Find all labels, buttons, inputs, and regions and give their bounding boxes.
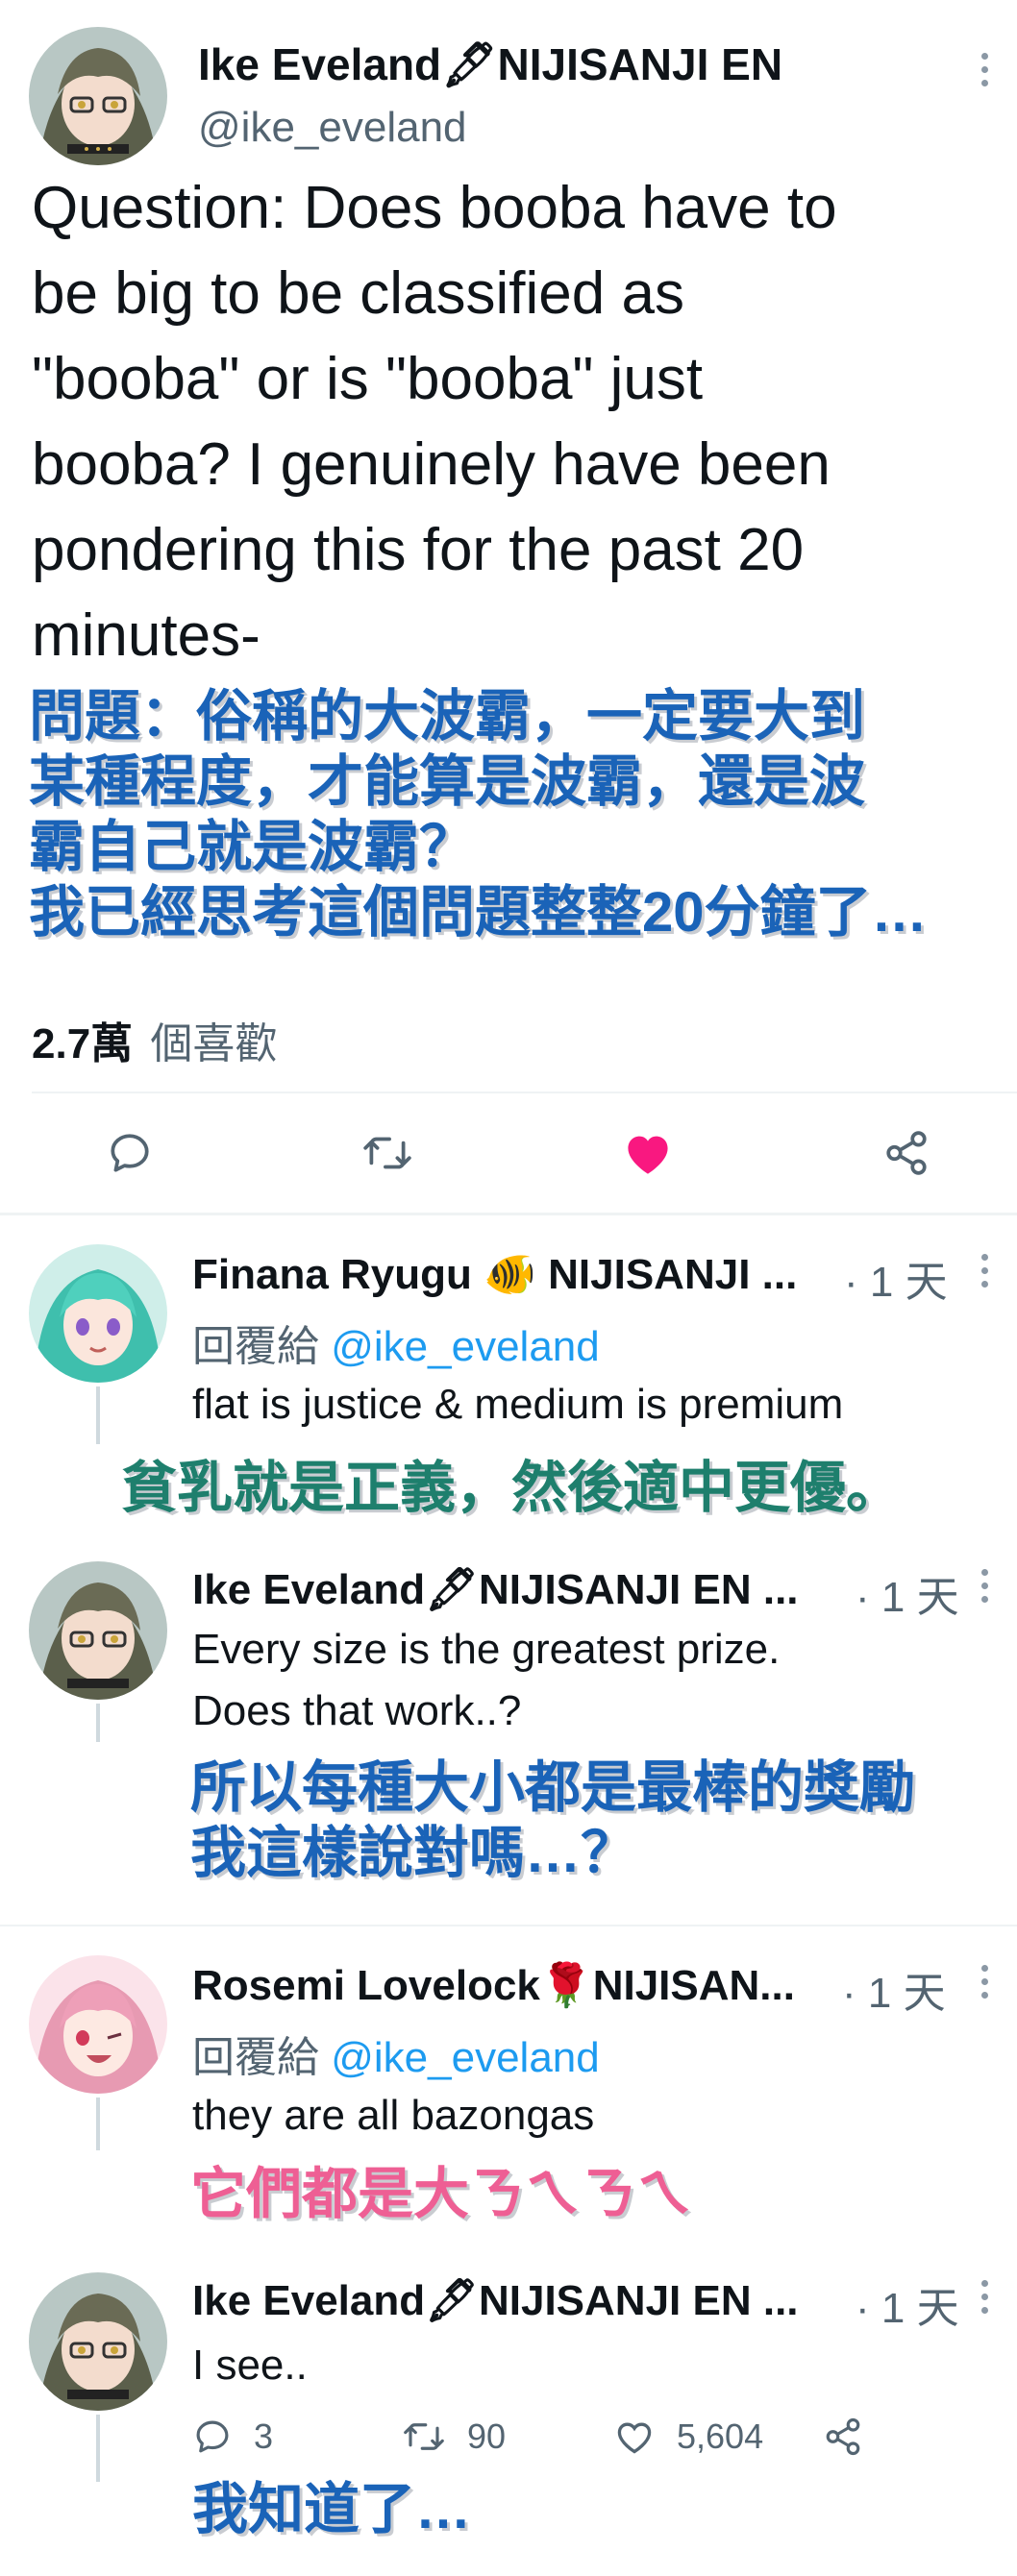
reply-text: Every size is the greatest prize. Does t…: [192, 1619, 780, 1742]
divider: [32, 1092, 1017, 1093]
more-icon[interactable]: [981, 2280, 991, 2314]
translation-line: 我已經思考這個問題整整20分鐘了…: [29, 880, 928, 944]
reply-count: 3: [254, 2417, 274, 2456]
like-count: 5,604: [677, 2417, 764, 2456]
more-icon[interactable]: [981, 53, 991, 86]
translation-line: 霸自己就是波霸？: [29, 815, 476, 878]
author-name[interactable]: Ike Eveland🖋NIJISANJI EN ...: [192, 2275, 799, 2325]
avatar-ike[interactable]: [29, 1561, 167, 1700]
share-button[interactable]: [882, 1129, 930, 1182]
translation-caption: 所以每種大小都是最棒的獎勵 我這樣說對嗎…？: [190, 1755, 915, 1886]
author-name[interactable]: Ike Eveland🖋NIJISANJI EN: [198, 38, 782, 91]
avatar-ike[interactable]: [29, 2272, 167, 2411]
heart-outline-icon: [617, 2422, 652, 2454]
reply-text: they are all bazongas: [192, 2092, 595, 2139]
thread-line: [96, 1704, 100, 1742]
heart-filled-icon: [628, 1136, 668, 1174]
author-name[interactable]: Rosemi Lovelock🌹NIJISAN...: [192, 1960, 795, 2010]
divider: [0, 1213, 1017, 1215]
likes-stat[interactable]: 2.7萬 個喜歡: [32, 1009, 277, 1070]
thread-line: [96, 2098, 100, 2150]
author-name[interactable]: Ike Eveland🖋NIJISANJI EN ...: [192, 1564, 799, 1614]
reply-to: 回覆給 @ike_eveland: [192, 1312, 600, 1373]
retweet-icon: [363, 1137, 411, 1169]
like-button[interactable]: [623, 1129, 673, 1182]
divider: [0, 1925, 1017, 1926]
likes-count: 2.7萬: [32, 1020, 134, 1067]
retweet-button[interactable]: 90: [402, 2417, 506, 2457]
reply-to-handle-link[interactable]: @ike_eveland: [331, 2034, 600, 2081]
reply-to-handle-link[interactable]: @ike_eveland: [331, 1323, 600, 1370]
reply-icon: [111, 1134, 149, 1172]
retweet-button[interactable]: [361, 1129, 413, 1182]
share-button[interactable]: [823, 2417, 863, 2457]
translation-line: 某種程度，才能算是波霸，還是波: [29, 749, 866, 813]
timestamp[interactable]: · 1 天: [844, 1247, 948, 1309]
avatar-finana[interactable]: [29, 1244, 167, 1383]
more-icon[interactable]: [981, 1965, 991, 1999]
timestamp[interactable]: · 1 天: [856, 2273, 959, 2335]
reply-text-line: Every size is the greatest prize.: [192, 1626, 781, 1673]
reply-text: flat is justice & medium is premium: [192, 1381, 844, 1428]
tweet-text-line: pondering this for the past 20: [32, 517, 805, 583]
retweet-icon: [404, 2423, 444, 2450]
tweet-text-line: be big to be classified as: [32, 260, 684, 327]
tweet-text-line: "booba" or is "booba" just: [32, 346, 704, 412]
retweet-count: 90: [467, 2417, 507, 2456]
more-icon[interactable]: [981, 1254, 991, 1288]
author-handle[interactable]: @ike_eveland: [198, 104, 467, 152]
tweet-text-line: Question: Does booba have to: [32, 175, 837, 241]
reply-to: 回覆給 @ike_eveland: [192, 2023, 600, 2084]
tweet-text-line: minutes-: [32, 602, 260, 669]
translation-caption: 貧乳就是正義，然後適中更優。: [121, 1457, 903, 1519]
reply-icon: [196, 2420, 229, 2453]
avatar-ike-main[interactable]: [29, 27, 167, 165]
reply-text: I see..: [192, 2342, 308, 2389]
more-icon[interactable]: [981, 1569, 991, 1603]
translation-line: 問題：俗稱的大波霸，一定要大到: [29, 685, 866, 748]
avatar-rosemi[interactable]: [29, 1955, 167, 2094]
tweet-text-line: booba? I genuinely have been: [32, 431, 831, 498]
thread-line: [96, 1386, 100, 1444]
reply-button[interactable]: 3: [192, 2417, 273, 2457]
tweet-text: Question: Does booba have to be big to b…: [32, 165, 1003, 678]
translation-line: 所以每種大小都是最棒的獎勵: [190, 1756, 916, 1819]
reply-text-line: Does that work..?: [192, 1687, 522, 1734]
translation-caption: 問題：俗稱的大波霸，一定要大到 某種程度，才能算是波霸，還是波 霸自己就是波霸？…: [29, 684, 928, 945]
timestamp[interactable]: · 1 天: [856, 1562, 959, 1624]
translation-line: 我這樣說對嗎…？: [190, 1821, 637, 1884]
reply-button[interactable]: [106, 1129, 154, 1182]
reply-to-label: 回覆給: [192, 1323, 319, 1370]
thread-line: [96, 2415, 100, 2482]
timestamp[interactable]: · 1 天: [842, 1958, 946, 2020]
author-name[interactable]: Finana Ryugu 🐠 NIJISANJI ...: [192, 1249, 797, 1299]
reply-to-label: 回覆給: [192, 2034, 319, 2081]
translation-caption: 我知道了…: [192, 2478, 472, 2540]
translation-caption: 它們都是大ㄋㄟㄋㄟ: [190, 2163, 693, 2225]
likes-label: 個喜歡: [150, 1020, 278, 1067]
share-icon: [826, 2417, 860, 2456]
like-button[interactable]: 5,604: [613, 2417, 763, 2457]
share-icon: [886, 1131, 927, 1175]
